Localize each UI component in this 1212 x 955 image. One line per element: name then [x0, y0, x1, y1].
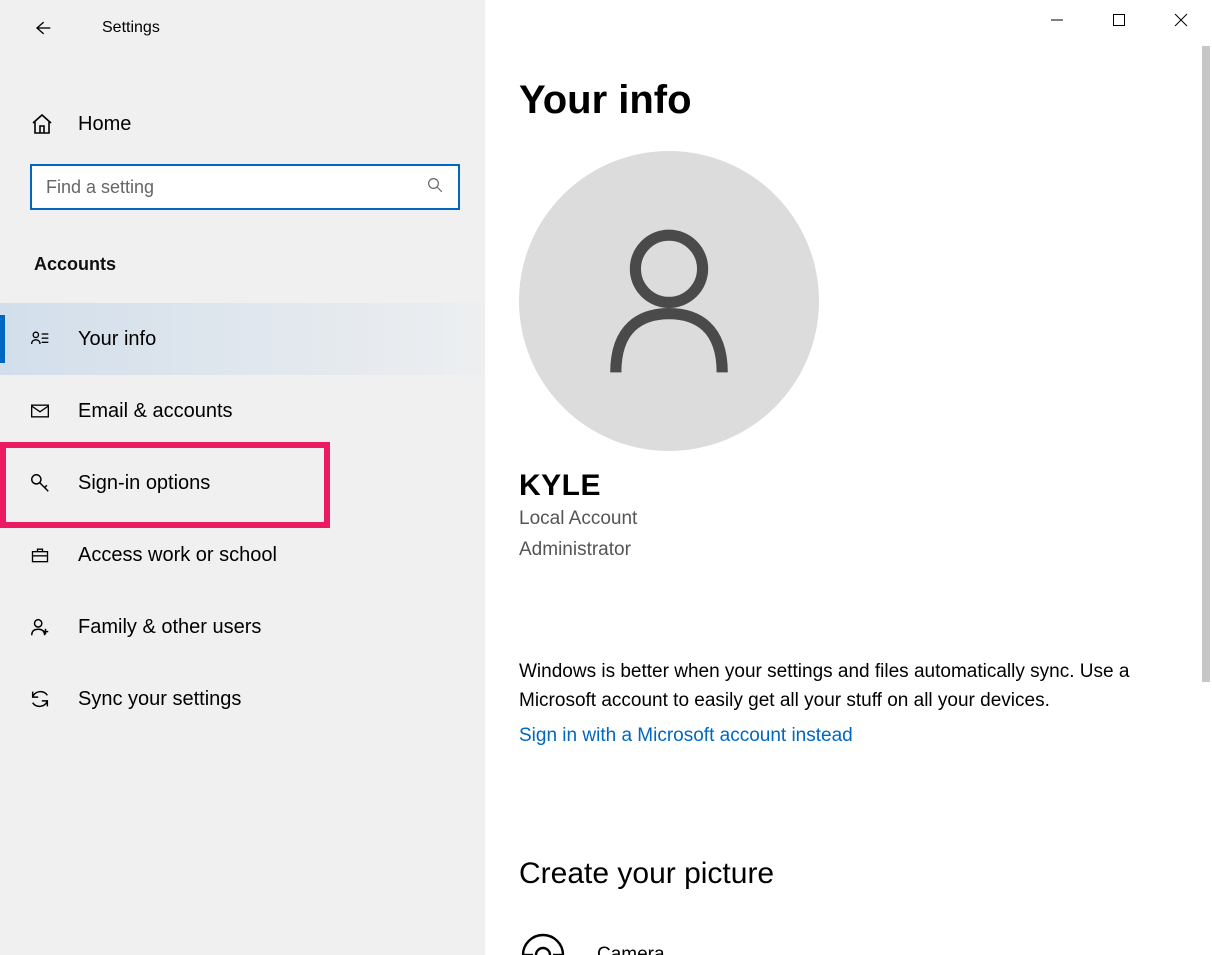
back-button[interactable] — [30, 16, 54, 40]
sidebar-item-label: Sign-in options — [78, 472, 210, 495]
person-icon — [599, 221, 739, 381]
sync-icon — [28, 687, 52, 711]
sync-description: Windows is better when your settings and… — [519, 658, 1179, 715]
user-role: Administrator — [519, 536, 1212, 565]
settings-window: Settings Home — [0, 0, 1212, 955]
user-name: KYLE — [519, 469, 1212, 503]
vertical-scrollbar[interactable] — [1202, 46, 1210, 682]
sidebar-item-label: Your info — [78, 328, 156, 351]
search-container — [0, 164, 485, 210]
sidebar-item-access-work-school[interactable]: Access work or school — [0, 519, 485, 591]
minimize-button[interactable] — [1026, 0, 1088, 40]
sidebar-item-sign-in-options[interactable]: Sign-in options — [0, 447, 485, 519]
home-icon — [30, 112, 54, 136]
your-info-icon — [28, 327, 52, 351]
people-icon — [28, 615, 52, 639]
home-label: Home — [78, 113, 131, 136]
sidebar-item-email-accounts[interactable]: Email & accounts — [0, 375, 485, 447]
user-avatar — [519, 151, 819, 451]
search-icon — [426, 176, 444, 199]
sidebar: Settings Home — [0, 0, 485, 955]
create-picture-heading: Create your picture — [519, 857, 1212, 891]
sign-in-microsoft-link[interactable]: Sign in with a Microsoft account instead — [519, 725, 853, 747]
sidebar-item-your-info[interactable]: Your info — [0, 303, 485, 375]
user-account-type: Local Account — [519, 505, 1212, 534]
camera-icon — [519, 931, 567, 955]
window-controls — [1026, 0, 1212, 40]
sidebar-nav: Your info Email & accounts — [0, 303, 485, 735]
search-box[interactable] — [30, 164, 460, 210]
camera-label: Camera — [597, 944, 665, 955]
briefcase-icon — [28, 543, 52, 567]
camera-option[interactable]: Camera — [519, 931, 1212, 955]
sidebar-item-label: Access work or school — [78, 544, 277, 567]
sidebar-item-sync-settings[interactable]: Sync your settings — [0, 663, 485, 735]
sidebar-item-label: Email & accounts — [78, 400, 233, 423]
sidebar-item-label: Sync your settings — [78, 688, 241, 711]
sidebar-home[interactable]: Home — [0, 96, 485, 152]
main-content: Your info KYLE Local Account Administrat… — [485, 0, 1212, 955]
close-button[interactable] — [1150, 0, 1212, 40]
sidebar-item-label: Family & other users — [78, 616, 261, 639]
key-icon — [28, 471, 52, 495]
page-title: Your info — [519, 78, 1212, 123]
titlebar-left: Settings — [0, 8, 485, 48]
email-icon — [28, 399, 52, 423]
search-input[interactable] — [46, 177, 426, 198]
window-title: Settings — [102, 19, 160, 37]
arrow-left-icon — [32, 18, 52, 38]
sidebar-item-family-other-users[interactable]: Family & other users — [0, 591, 485, 663]
sidebar-section-label: Accounts — [0, 254, 485, 275]
maximize-button[interactable] — [1088, 0, 1150, 40]
